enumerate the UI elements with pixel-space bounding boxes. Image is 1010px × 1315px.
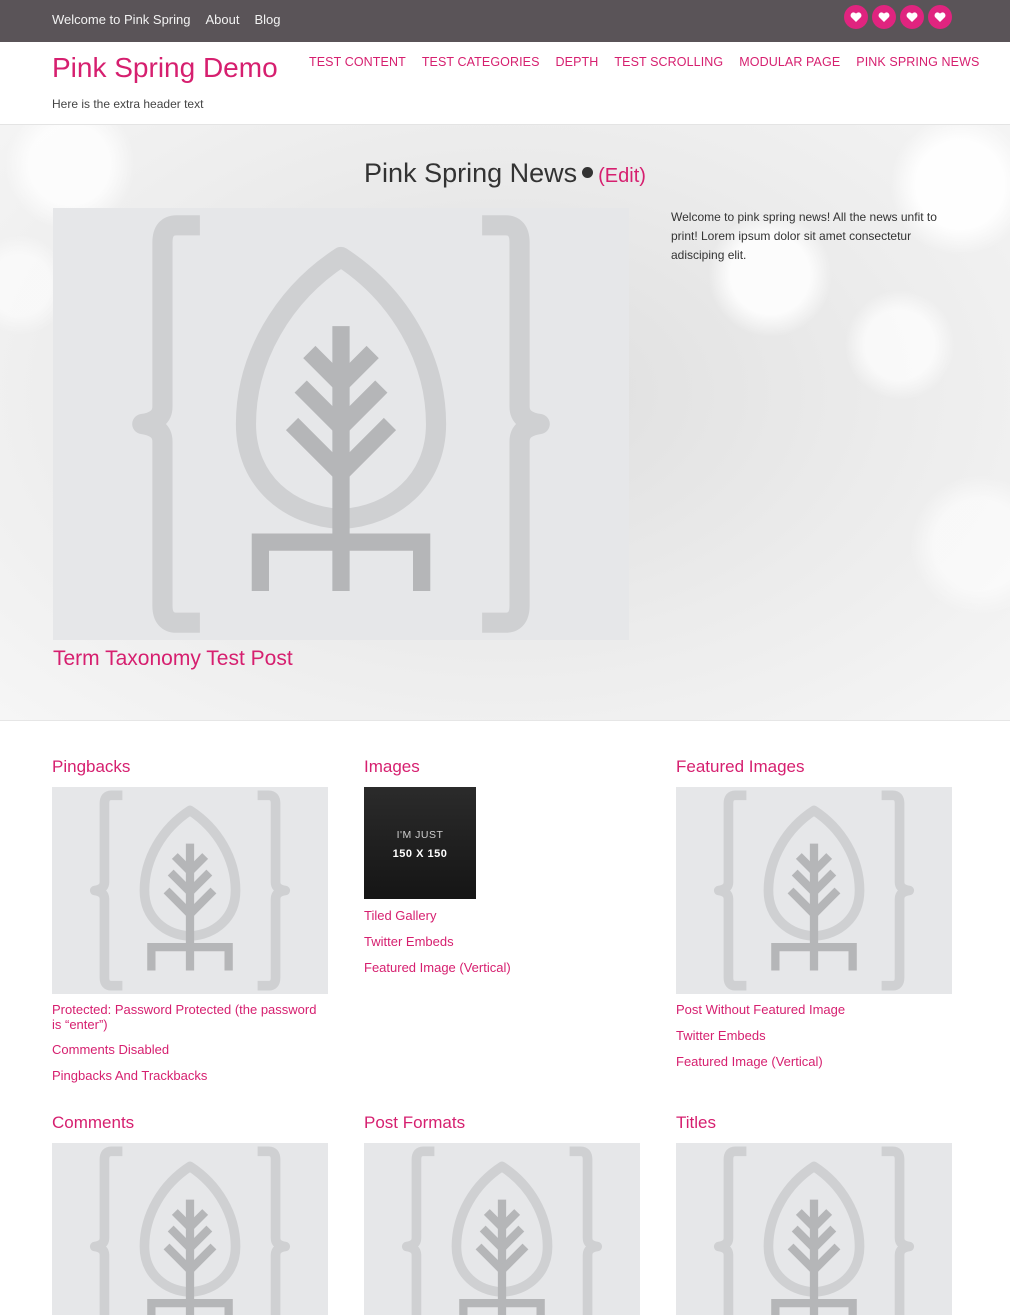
heart-icon[interactable] bbox=[900, 5, 924, 29]
top-link-about[interactable]: About bbox=[206, 12, 240, 27]
site-title[interactable]: Pink Spring Demo bbox=[52, 52, 278, 84]
nav-item-modular-page[interactable]: Modular Page bbox=[739, 55, 840, 69]
leaf-logo-icon bbox=[89, 790, 291, 991]
featured-images-link-2[interactable]: Twitter Embeds bbox=[676, 1028, 766, 1043]
section-title-comments[interactable]: Comments bbox=[52, 1113, 134, 1133]
featured-image-placeholder[interactable] bbox=[53, 208, 629, 640]
comments-image-placeholder[interactable] bbox=[52, 1143, 328, 1315]
page-title-text: Pink Spring News bbox=[364, 158, 578, 188]
main-nav: Test Content Test Categories Depth Test … bbox=[309, 55, 979, 69]
section-title-titles[interactable]: Titles bbox=[676, 1113, 716, 1133]
featured-images-link-1[interactable]: Post Without Featured Image bbox=[676, 1002, 845, 1017]
thumbnail-caption-2: 150 X 150 bbox=[392, 848, 448, 860]
nav-item-pink-spring-news[interactable]: Pink Spring News bbox=[856, 55, 979, 69]
bullet-icon bbox=[582, 166, 594, 178]
pingbacks-link-2[interactable]: Comments Disabled bbox=[52, 1042, 169, 1057]
nav-item-depth[interactable]: Depth bbox=[556, 55, 599, 69]
images-link-2[interactable]: Twitter Embeds bbox=[364, 934, 454, 949]
section-title-images[interactable]: Images bbox=[364, 757, 420, 777]
pingbacks-image-placeholder[interactable] bbox=[52, 787, 328, 994]
section-title-featured-images[interactable]: Featured Images bbox=[676, 757, 805, 777]
section-title-pingbacks[interactable]: Pingbacks bbox=[52, 757, 130, 777]
images-link-1[interactable]: Tiled Gallery bbox=[364, 908, 436, 923]
top-link-blog[interactable]: Blog bbox=[254, 12, 280, 27]
section-title-post-formats[interactable]: Post Formats bbox=[364, 1113, 465, 1133]
thumbnail-caption-1: I'M JUST bbox=[396, 829, 444, 841]
post-formats-image-placeholder[interactable] bbox=[364, 1143, 640, 1315]
pingbacks-link-1[interactable]: Protected: Password Protected (the passw… bbox=[52, 1002, 328, 1032]
nav-item-test-categories[interactable]: Test Categories bbox=[422, 55, 540, 69]
leaf-logo-icon bbox=[401, 1146, 603, 1315]
top-bar: Welcome to Pink Spring About Blog bbox=[0, 0, 1010, 42]
leaf-logo-icon bbox=[89, 1146, 291, 1315]
titles-image-placeholder[interactable] bbox=[676, 1143, 952, 1315]
featured-post-title-link[interactable]: Term Taxonomy Test Post bbox=[53, 647, 293, 671]
images-link-3[interactable]: Featured Image (Vertical) bbox=[364, 960, 511, 975]
leaf-logo-icon bbox=[713, 1146, 915, 1315]
site-tagline: Here is the extra header text bbox=[52, 97, 204, 111]
page-title: Pink Spring News (Edit) bbox=[0, 158, 1010, 189]
heart-icon[interactable] bbox=[844, 5, 868, 29]
page-description: Welcome to pink spring news! All the new… bbox=[671, 210, 937, 262]
social-icons bbox=[844, 5, 952, 29]
images-thumbnail[interactable]: I'M JUST 150 X 150 bbox=[364, 787, 476, 899]
heart-icon[interactable] bbox=[928, 5, 952, 29]
edit-link[interactable]: (Edit) bbox=[598, 165, 646, 187]
featured-images-link-3[interactable]: Featured Image (Vertical) bbox=[676, 1054, 823, 1069]
pingbacks-link-3[interactable]: Pingbacks And Trackbacks bbox=[52, 1068, 207, 1083]
top-link-welcome[interactable]: Welcome to Pink Spring bbox=[52, 12, 191, 27]
hero-divider bbox=[0, 720, 1010, 721]
featured-images-image-placeholder[interactable] bbox=[676, 787, 952, 994]
top-links: Welcome to Pink Spring About Blog bbox=[52, 12, 281, 27]
leaf-logo-icon bbox=[713, 790, 915, 991]
nav-item-test-content[interactable]: Test Content bbox=[309, 55, 406, 69]
nav-item-test-scrolling[interactable]: Test Scrolling bbox=[614, 55, 723, 69]
leaf-logo-icon bbox=[132, 215, 550, 633]
heart-icon[interactable] bbox=[872, 5, 896, 29]
